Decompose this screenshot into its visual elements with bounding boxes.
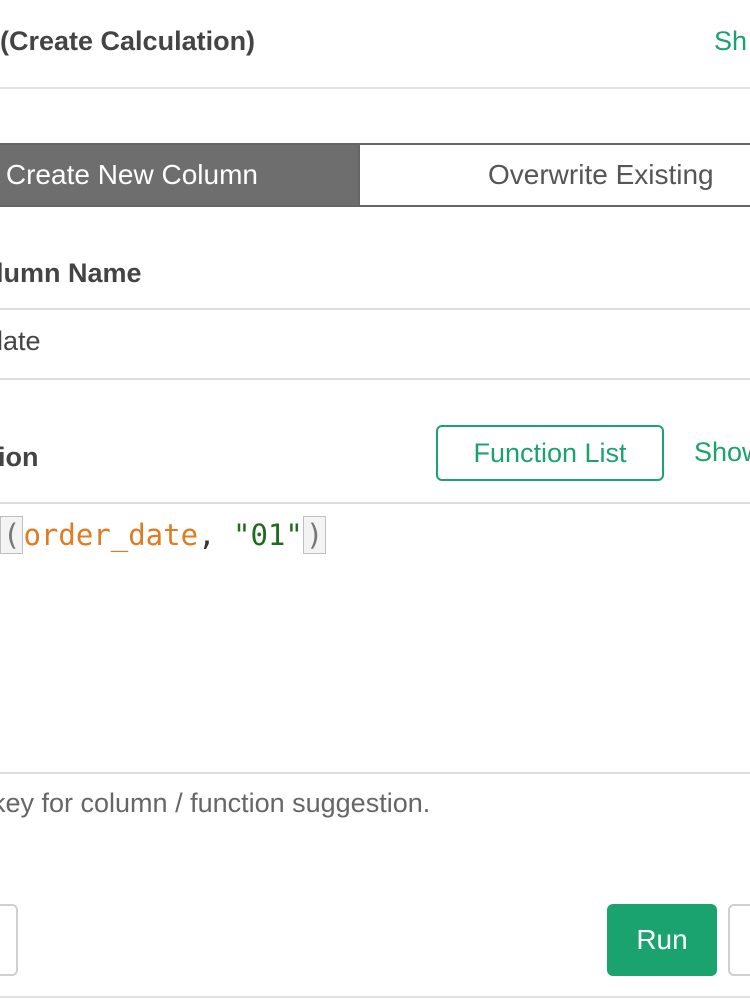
separator-token: ,	[198, 518, 233, 552]
secondary-button[interactable]	[728, 904, 750, 976]
column-name-label: lumn Name	[0, 258, 142, 288]
show-link-header[interactable]: Sh	[714, 26, 747, 57]
header-divider	[0, 87, 750, 89]
open-paren-match: (	[0, 516, 24, 554]
code-line: (order_date, "01")	[0, 516, 327, 554]
overwrite-existing-tab[interactable]: Overwrite Existing	[358, 145, 750, 205]
create-calculation-dialog: (Create Calculation) Sh Create New Colum…	[0, 0, 750, 1000]
create-new-column-tab[interactable]: Create New Column	[0, 145, 358, 205]
string-token: "01"	[233, 518, 303, 552]
column-token: order_date	[23, 518, 199, 552]
suggestion-hint: key for column / function suggestion.	[0, 788, 431, 818]
column-name-field-wrapper	[0, 308, 750, 380]
run-button[interactable]: Run	[607, 904, 717, 976]
footer-divider	[0, 996, 750, 998]
close-paren-match: )	[302, 516, 327, 554]
show-link[interactable]: Show	[694, 437, 750, 468]
cancel-button[interactable]	[0, 904, 18, 976]
function-list-button[interactable]: Function List	[436, 425, 664, 481]
column-name-input[interactable]	[0, 326, 728, 357]
calculation-label: ion	[0, 442, 39, 472]
calculation-editor[interactable]: (order_date, "01")	[0, 502, 750, 774]
mode-toggle: Create New Column Overwrite Existing	[0, 143, 750, 207]
dialog-title: (Create Calculation)	[0, 26, 256, 56]
